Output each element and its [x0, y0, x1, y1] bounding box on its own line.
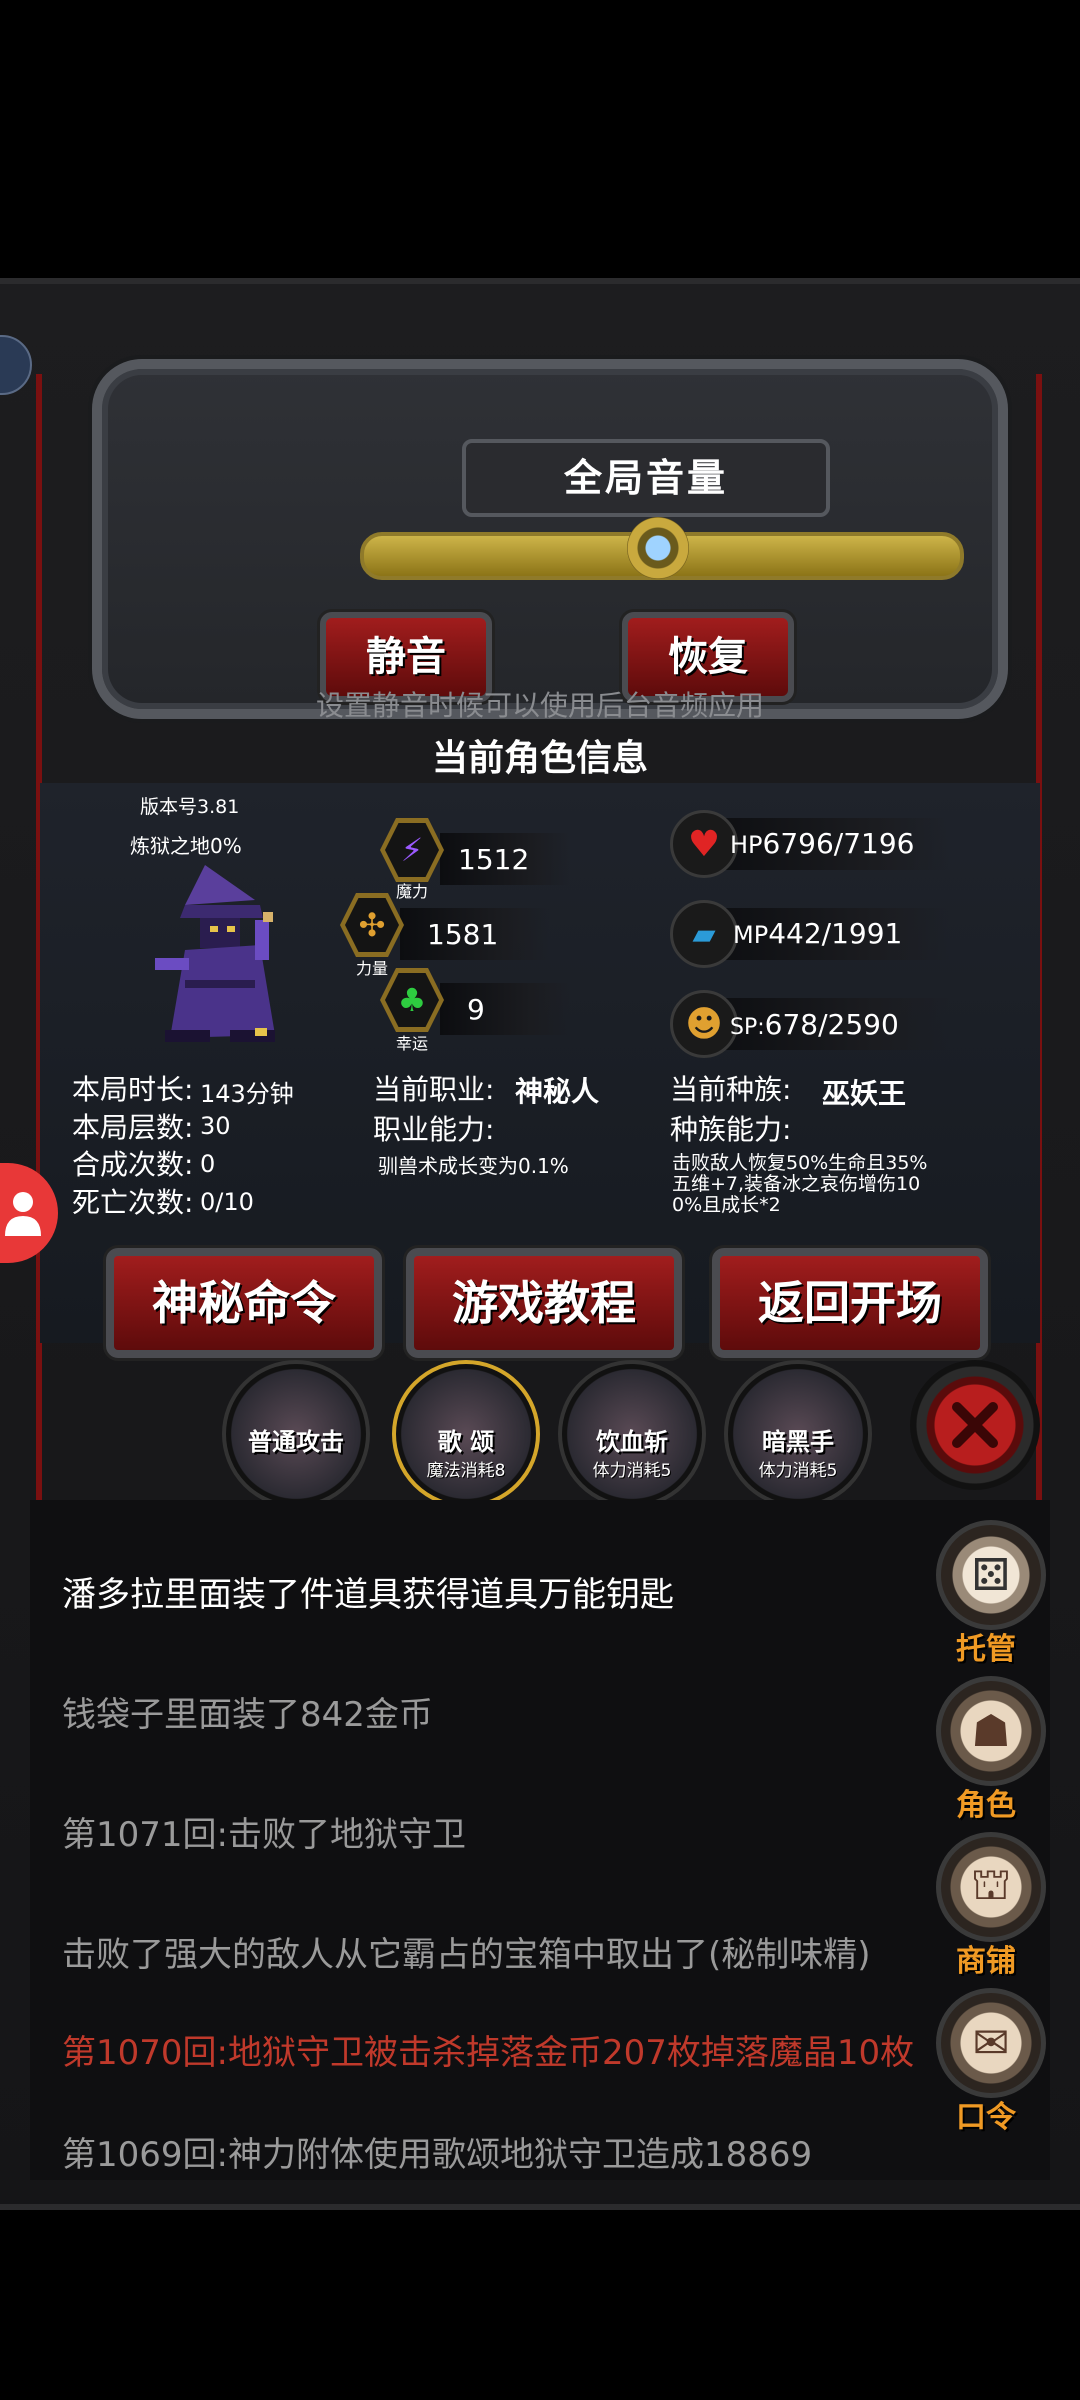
volume-title: 全局音量	[462, 439, 830, 517]
shop-button[interactable]: ⛫ 商铺	[936, 1832, 1046, 1980]
mp-value: 442/1991	[768, 917, 903, 950]
skill-cost: 体力消耗5	[592, 1461, 672, 1481]
person-icon	[5, 1192, 41, 1236]
mp-label: MP	[733, 921, 769, 949]
mystic-command-button[interactable]: 神秘命令	[106, 1248, 382, 1358]
luck-bar	[440, 983, 570, 1035]
skill-normal-attack[interactable]: 普通攻击	[222, 1360, 370, 1508]
shop-sign-icon: ⛫	[936, 1832, 1046, 1942]
role-label: 角色	[956, 1788, 1016, 1823]
session-time-value: 143分钟	[200, 1080, 294, 1108]
location-label: 炼狱之地0%	[130, 834, 242, 858]
skill-praise[interactable]: 歌 颂 魔法消耗8	[392, 1360, 540, 1508]
auto-play-button[interactable]: ⚄ 托管	[936, 1520, 1046, 1668]
race-label: 当前种族:	[670, 1073, 792, 1106]
auto-play-label: 托管	[956, 1632, 1016, 1667]
volume-hint: 设置静音时候可以使用后台音频应用	[315, 689, 764, 722]
heart-icon: ♥	[670, 810, 738, 878]
sp-label: SP:	[730, 1015, 765, 1040]
job-value: 神秘人	[515, 1075, 600, 1108]
shop-label: 商铺	[956, 1944, 1016, 1979]
hp-value: 6796/7196	[762, 827, 915, 860]
battle-log[interactable]: 潘多拉里面装了件道具获得道具万能钥匙 钱袋子里面装了842金币 第1071回:击…	[30, 1500, 1050, 2180]
character-title: 当前角色信息	[431, 738, 648, 779]
luck-caption: 幸运	[395, 1034, 428, 1053]
log-line: 钱袋子里面装了842金币	[62, 1695, 433, 1735]
sp-value: 678/2590	[764, 1008, 899, 1041]
volume-knob[interactable]	[627, 517, 689, 579]
skill-cost: 魔法消耗8	[426, 1461, 506, 1481]
close-icon	[952, 1402, 998, 1448]
close-button[interactable]	[910, 1360, 1040, 1490]
job-ability-label: 职业能力:	[373, 1113, 495, 1146]
hp-label: HP	[730, 831, 763, 859]
log-line: 第1071回:击败了地狱守卫	[62, 1815, 466, 1855]
log-line: 第1069回:神力附体使用歌颂地狱守卫造成18869	[62, 2135, 813, 2170]
luck-value: 9	[467, 993, 485, 1026]
skill-name: 歌 颂	[437, 1428, 495, 1456]
log-line: 第1070回:地狱守卫被击杀掉落金币207枚掉落魔晶10枚	[62, 2033, 915, 2073]
role-button[interactable]: ☗ 角色	[936, 1676, 1046, 1824]
race-ability-value: 击败敌人恢复50%生命且35%五维+7,装备冰之哀伤增伤100%且成长*2	[672, 1152, 928, 1216]
skill-blood-slash[interactable]: 饮血斩 体力消耗5	[558, 1360, 706, 1508]
synth-value: 0	[200, 1150, 216, 1178]
log-line: 潘多拉里面装了件道具获得道具万能钥匙	[62, 1575, 674, 1615]
return-start-button[interactable]: 返回开场	[712, 1248, 988, 1358]
sp-icon: ☻	[670, 990, 738, 1058]
version-label: 版本号3.81	[140, 796, 240, 818]
code-label: 口令	[956, 2100, 1016, 2135]
volume-panel: 全局音量 静音 恢复	[92, 359, 1008, 719]
deaths-label: 死亡次数:	[72, 1186, 194, 1219]
hooded-figure-icon: ☗	[936, 1676, 1046, 1786]
session-time-label: 本局时长:	[72, 1073, 194, 1106]
skill-cost: 体力消耗5	[758, 1461, 838, 1481]
log-line: 击败了强大的敌人从它霸占的宝箱中取出了(秘制味精)	[62, 1935, 871, 1975]
job-label: 当前职业:	[373, 1073, 495, 1106]
skill-name: 饮血斩	[596, 1428, 668, 1456]
scroll-icon: ✉	[936, 1988, 1046, 2098]
mp-icon: ▰	[670, 900, 738, 968]
race-ability-label: 种族能力:	[670, 1113, 792, 1146]
strength-value: 1581	[427, 918, 499, 951]
skill-name: 普通攻击	[248, 1428, 344, 1456]
skill-name: 暗黑手	[762, 1428, 834, 1456]
dice-icon: ⚄	[936, 1520, 1046, 1630]
floors-label: 本局层数:	[72, 1111, 194, 1144]
tutorial-button[interactable]: 游戏教程	[406, 1248, 682, 1358]
deaths-value: 0/10	[200, 1188, 254, 1216]
magic-value: 1512	[458, 843, 530, 876]
wizard-sprite	[155, 865, 275, 1042]
skill-dark-hand[interactable]: 暗黑手 体力消耗5	[724, 1360, 872, 1508]
job-ability-value: 驯兽术成长变为0.1%	[378, 1154, 569, 1178]
floors-value: 30	[200, 1112, 231, 1140]
code-button[interactable]: ✉ 口令	[936, 1988, 1046, 2136]
race-value: 巫妖王	[822, 1077, 907, 1110]
synth-label: 合成次数:	[72, 1148, 194, 1181]
